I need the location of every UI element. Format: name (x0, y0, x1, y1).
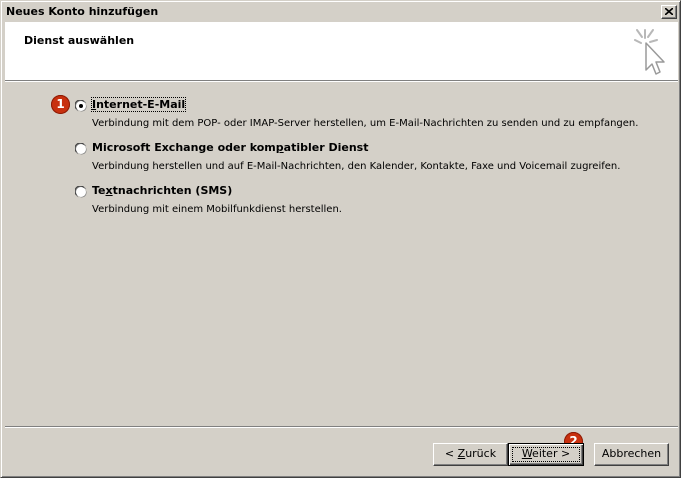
close-button[interactable] (661, 5, 677, 19)
accelerator-key: x (105, 184, 113, 197)
focus-rectangle (512, 447, 580, 462)
option-label-internet-email[interactable]: Internet-E-Mail (90, 97, 187, 112)
button-label-part: urück (465, 447, 497, 460)
button-label-part: < (444, 447, 458, 460)
page-title: Dienst auswählen (24, 34, 135, 47)
label-part: Microsoft Exchange oder kom (92, 141, 276, 154)
header-divider (5, 81, 678, 82)
title-bar[interactable]: Neues Konto hinzufügen (3, 3, 678, 21)
label-part: nternet-E-Mail (96, 98, 186, 111)
radio-internet-email[interactable] (75, 100, 87, 112)
footer-divider-highlight (5, 427, 678, 428)
radio-sms[interactable] (75, 186, 87, 198)
option-description: Verbindung herstellen und auf E-Mail-Nac… (92, 161, 621, 172)
step-badge-1: 1 (51, 95, 70, 114)
next-button[interactable]: Weiter > (508, 443, 584, 466)
label-part: Te (92, 184, 106, 197)
close-icon (665, 8, 673, 15)
option-description: Verbindung mit einem Mobilfunkdienst her… (92, 204, 342, 215)
option-label-sms[interactable]: Textnachrichten (SMS) (92, 184, 232, 197)
label-part: tnachrichten (SMS) (112, 184, 233, 197)
radio-exchange[interactable] (75, 143, 87, 155)
option-description: Verbindung mit dem POP- oder IMAP-Server… (92, 118, 639, 129)
option-label-exchange[interactable]: Microsoft Exchange oder kompatibler Dien… (92, 141, 368, 154)
dialog-window: Neues Konto hinzufügen Dienst auswählen (0, 0, 681, 478)
window-title: Neues Konto hinzufügen (6, 5, 159, 18)
wizard-header: Dienst auswählen (5, 22, 678, 81)
wizard-cursor-icon (634, 29, 665, 75)
cancel-button[interactable]: Abbrechen (594, 443, 669, 466)
label-part: atibler Dienst (283, 141, 369, 154)
accelerator-key: p (275, 141, 284, 154)
back-button[interactable]: < Zurück (433, 443, 508, 466)
